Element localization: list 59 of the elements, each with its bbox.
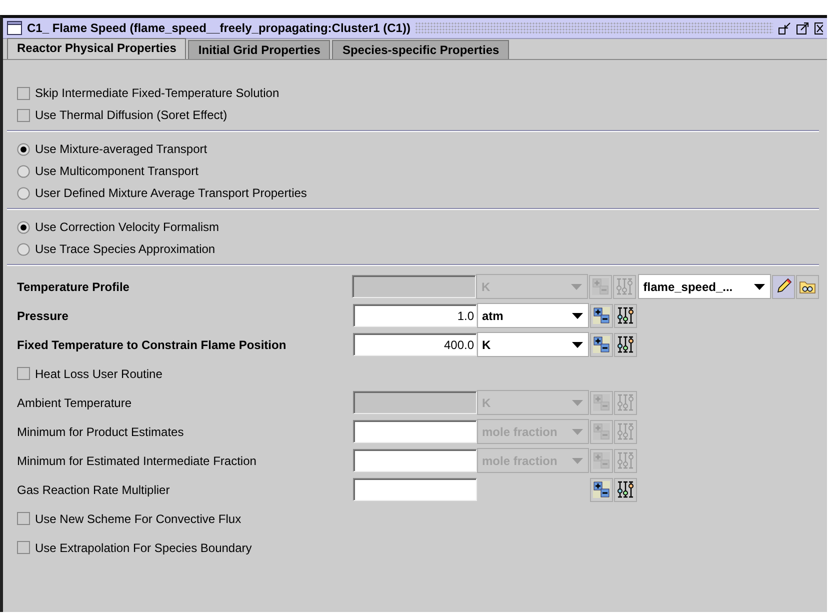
radio-label: User Defined Mixture Average Transport Properties bbox=[35, 185, 307, 202]
input-field[interactable] bbox=[353, 420, 477, 443]
field-label: Minimum for Estimated Intermediate Fraction bbox=[17, 452, 258, 470]
radio-label: Use Mixture-averaged Transport bbox=[35, 141, 208, 158]
radio-label: Use Multicomponent Transport bbox=[35, 163, 198, 180]
checkbox-label: Use Extrapolation For Species Boundary bbox=[35, 540, 252, 556]
close-icon[interactable] bbox=[814, 22, 823, 34]
tab[interactable]: Reactor Physical Properties bbox=[7, 38, 186, 59]
input-field[interactable]: 400.0 bbox=[353, 333, 477, 356]
checkbox-label: Use Thermal Diffusion (Soret Effect) bbox=[35, 107, 228, 124]
tab[interactable]: Initial Grid Properties bbox=[188, 40, 330, 59]
radio-label: Use Correction Velocity Formalism bbox=[35, 219, 220, 236]
checkbox[interactable] bbox=[17, 512, 30, 525]
unit-dropdown[interactable]: K bbox=[477, 332, 589, 357]
field-label: Gas Reaction Rate Multiplier bbox=[17, 482, 171, 498]
add-remove-button[interactable] bbox=[590, 478, 613, 502]
sliders-button[interactable] bbox=[614, 332, 637, 356]
checkbox[interactable] bbox=[17, 541, 30, 554]
checkbox-label: Skip Intermediate Fixed-Temperature Solution bbox=[35, 85, 280, 102]
input-field[interactable] bbox=[353, 449, 477, 472]
sliders-button[interactable] bbox=[614, 304, 637, 328]
dropdown-caret-icon bbox=[572, 400, 583, 406]
sliders-button[interactable] bbox=[614, 478, 637, 502]
dropdown-caret-icon bbox=[572, 428, 583, 434]
edit-button[interactable] bbox=[772, 274, 796, 298]
field-label: Temperature Profile bbox=[17, 278, 130, 296]
profile-dropdown[interactable]: flame_speed_... bbox=[638, 274, 772, 299]
dropdown-caret-icon bbox=[572, 312, 583, 318]
checkbox-label: Heat Loss User Routine bbox=[35, 366, 162, 382]
dropdown-caret-icon bbox=[572, 342, 583, 348]
radio-button[interactable] bbox=[17, 186, 30, 200]
dropdown-caret-icon bbox=[754, 284, 766, 290]
pencil-icon bbox=[775, 278, 792, 295]
browse-folder-button[interactable] bbox=[796, 274, 820, 298]
radio-button[interactable] bbox=[17, 142, 30, 156]
undock-icon[interactable] bbox=[778, 22, 791, 34]
radio-button[interactable] bbox=[17, 164, 30, 178]
field-label: Fixed Temperature to Constrain Flame Position bbox=[17, 336, 288, 354]
window-icon bbox=[7, 21, 22, 35]
field-label: Minimum for Product Estimates bbox=[17, 424, 185, 440]
checkbox[interactable] bbox=[17, 108, 30, 122]
add-remove-button[interactable] bbox=[590, 304, 613, 328]
tab[interactable]: Species-specific Properties bbox=[332, 40, 510, 59]
input-field[interactable] bbox=[353, 478, 477, 501]
maximize-icon[interactable] bbox=[796, 22, 809, 34]
checkbox[interactable] bbox=[17, 367, 30, 380]
checkbox-label: Use New Scheme For Convective Flux bbox=[35, 510, 242, 528]
radio-label: Use Trace Species Approximation bbox=[35, 241, 216, 258]
window-title: C1_ Flame Speed (flame_speed__freely_propagating:Cluster1 (C1)) bbox=[27, 20, 410, 37]
field-label: Ambient Temperature bbox=[17, 394, 133, 412]
add-remove-button[interactable] bbox=[590, 332, 613, 356]
dropdown-caret-icon bbox=[572, 458, 583, 464]
radio-button[interactable] bbox=[17, 220, 30, 234]
checkbox[interactable] bbox=[17, 86, 30, 100]
dropdown-caret-icon bbox=[571, 284, 582, 290]
input-field[interactable]: 1.0 bbox=[353, 304, 477, 327]
unit-dropdown[interactable]: atm bbox=[477, 303, 589, 328]
radio-button[interactable] bbox=[17, 242, 30, 256]
field-label: Pressure bbox=[17, 308, 70, 324]
